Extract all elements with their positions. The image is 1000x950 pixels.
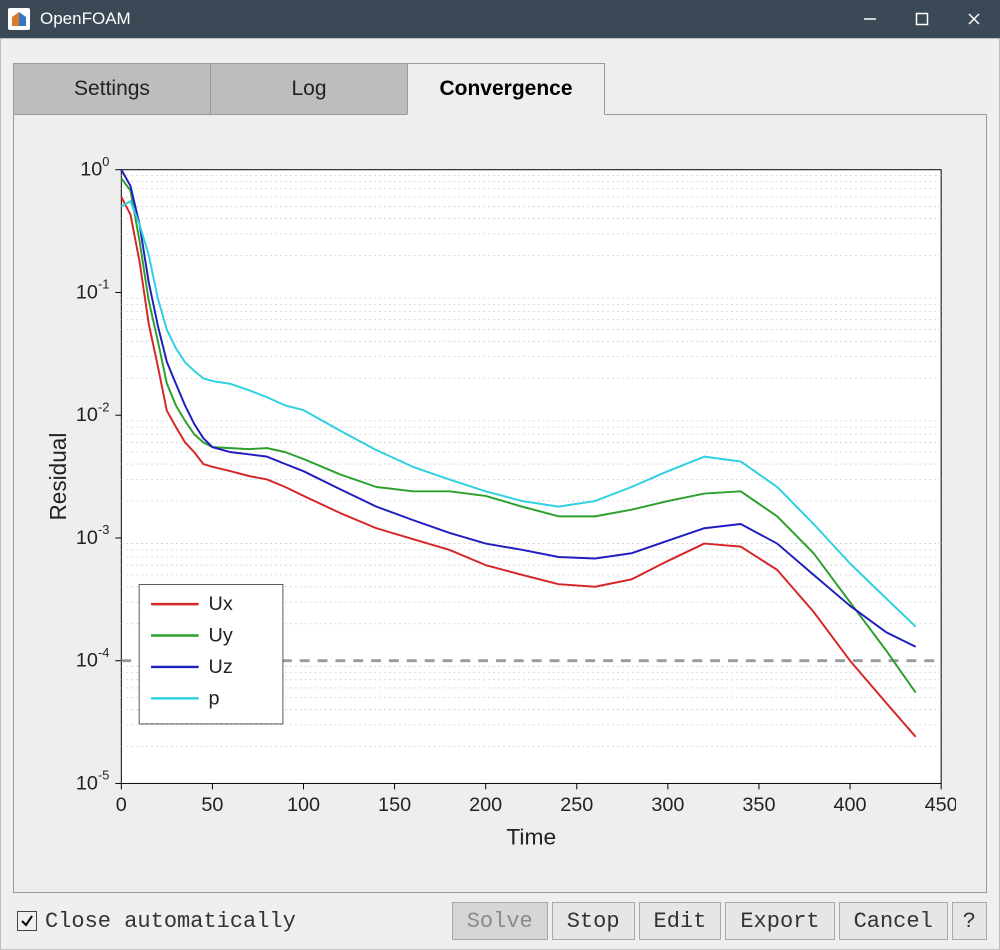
tab-settings[interactable]: Settings <box>13 63 211 115</box>
svg-text:0: 0 <box>116 794 127 816</box>
svg-text:350: 350 <box>742 794 775 816</box>
svg-text:10-1: 10-1 <box>76 277 110 304</box>
svg-text:10-2: 10-2 <box>76 399 110 426</box>
export-button[interactable]: Export <box>725 902 834 940</box>
svg-text:400: 400 <box>834 794 867 816</box>
tab-convergence[interactable]: Convergence <box>407 63 605 115</box>
svg-text:10-3: 10-3 <box>76 522 110 549</box>
close-automatically-checkbox[interactable] <box>17 911 37 931</box>
svg-text:450: 450 <box>925 794 956 816</box>
help-button[interactable]: ? <box>952 902 987 940</box>
client-area: Settings Log Convergence 0 50 100 150 200 250… <box>0 38 1000 950</box>
svg-text:10-5: 10-5 <box>76 768 110 795</box>
svg-text:Uz: Uz <box>209 656 233 678</box>
edit-button[interactable]: Edit <box>639 902 722 940</box>
svg-text:100: 100 <box>287 794 320 816</box>
svg-text:200: 200 <box>469 794 502 816</box>
convergence-plot: 0 50 100 150 200 250 300 350 400 450 100 10-1 10-2 10… <box>44 155 956 862</box>
svg-text:150: 150 <box>378 794 411 816</box>
svg-text:50: 50 <box>201 794 223 816</box>
titlebar: OpenFOAM <box>0 0 1000 38</box>
maximize-button[interactable] <box>896 0 948 38</box>
svg-text:Ux: Ux <box>209 593 233 615</box>
svg-text:Time: Time <box>506 823 556 849</box>
svg-text:10-4: 10-4 <box>76 645 110 672</box>
bottom-bar: Close automatically Solve Stop Edit Expo… <box>13 901 987 941</box>
close-automatically-label: Close automatically <box>45 909 296 934</box>
svg-text:p: p <box>209 687 220 709</box>
svg-text:Residual: Residual <box>45 433 71 521</box>
close-button[interactable] <box>948 0 1000 38</box>
tab-bar: Settings Log Convergence <box>13 63 604 115</box>
window-title: OpenFOAM <box>40 9 131 29</box>
svg-text:100: 100 <box>80 155 109 181</box>
minimize-button[interactable] <box>844 0 896 38</box>
convergence-panel: 0 50 100 150 200 250 300 350 400 450 100 10-1 10-2 10… <box>13 114 987 893</box>
svg-text:300: 300 <box>651 794 684 816</box>
cancel-button[interactable]: Cancel <box>839 902 948 940</box>
tab-log[interactable]: Log <box>210 63 408 115</box>
svg-text:250: 250 <box>560 794 593 816</box>
stop-button[interactable]: Stop <box>552 902 635 940</box>
svg-text:Uy: Uy <box>209 625 233 647</box>
solve-button: Solve <box>452 902 548 940</box>
app-icon <box>8 8 30 30</box>
